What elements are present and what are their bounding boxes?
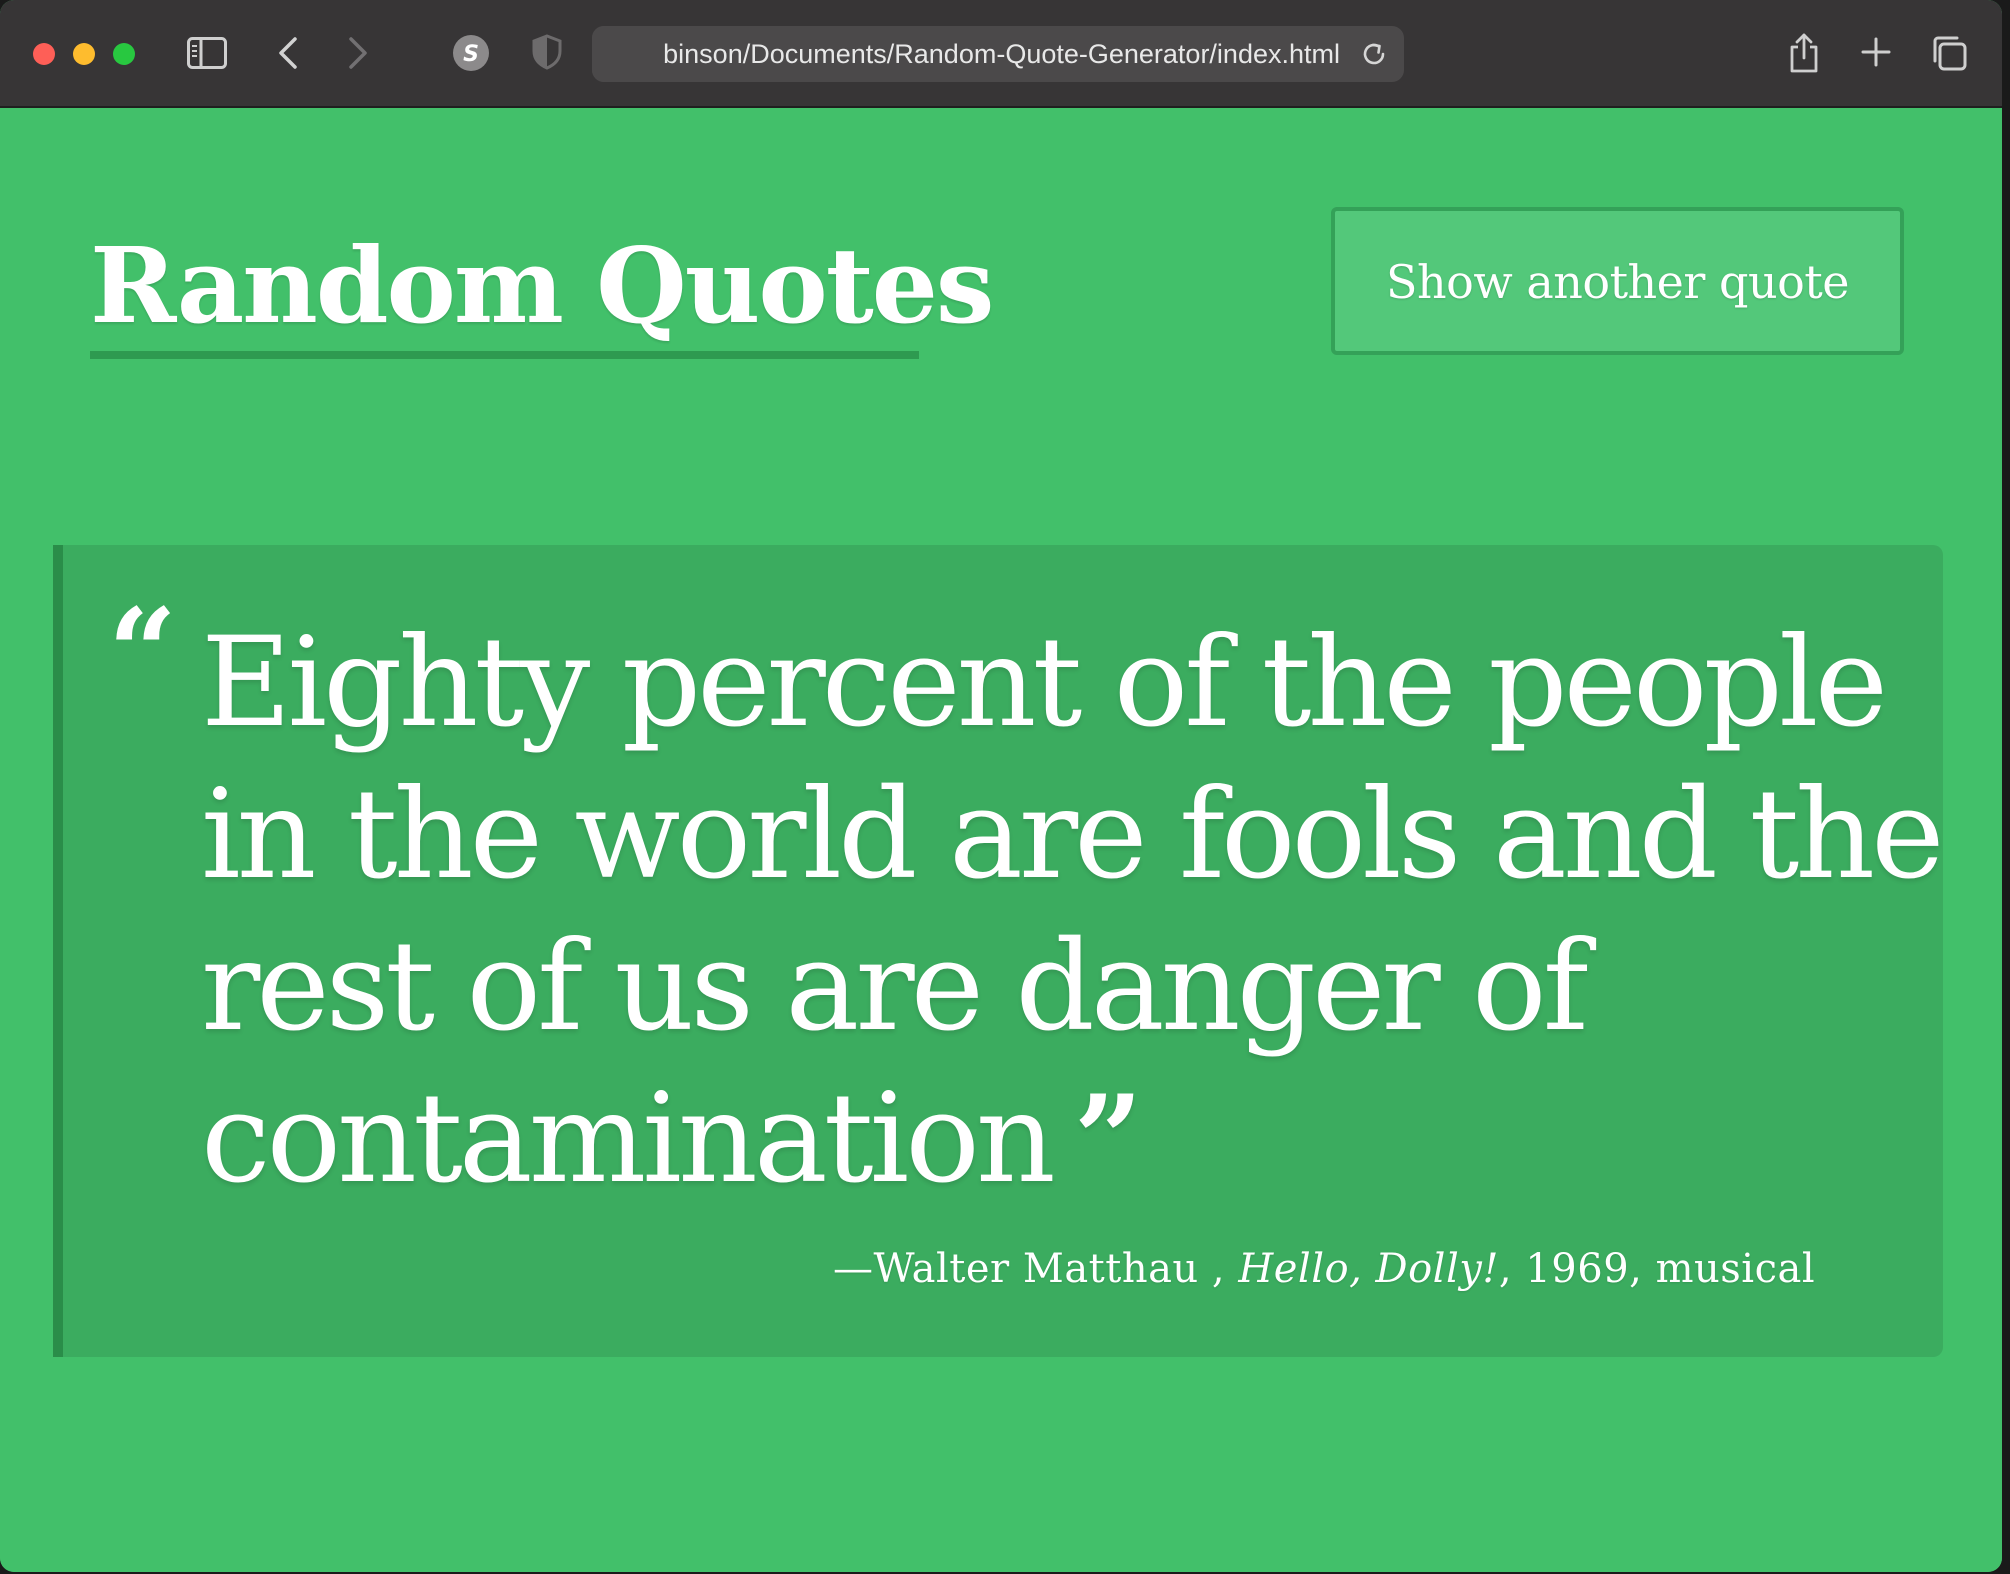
address-bar[interactable]: binson/Documents/Random-Quote-Generator/…: [592, 26, 1404, 82]
extension-s-label: S: [463, 42, 479, 67]
quote-citation: Hello, Dolly!: [1238, 1246, 1499, 1292]
attribution-dash: —: [833, 1246, 874, 1292]
tab-overview-icon[interactable]: [1928, 32, 1970, 74]
year-separator: ,: [1498, 1246, 1526, 1292]
url-fade: [592, 26, 652, 82]
reload-icon[interactable]: [1356, 36, 1392, 72]
back-icon[interactable]: [268, 33, 308, 73]
tag-separator: ,: [1629, 1246, 1656, 1292]
privacy-shield-icon[interactable]: [530, 32, 564, 72]
quote-year: 1969: [1525, 1246, 1630, 1292]
quote-box: “ Eighty percent of the people in the wo…: [53, 545, 1946, 1357]
url-text: binson/Documents/Random-Quote-Generator/…: [663, 39, 1340, 69]
open-quote-mark: “: [108, 582, 178, 723]
new-tab-icon[interactable]: [1856, 32, 1896, 72]
extension-s-icon[interactable]: S: [452, 34, 490, 72]
share-icon[interactable]: [1784, 30, 1824, 76]
zoom-window-button[interactable]: [113, 43, 135, 65]
citation-separator: ,: [1198, 1246, 1239, 1292]
quote-source: Walter Matthau: [873, 1246, 1199, 1292]
page-title: Random Quotes: [90, 224, 994, 347]
page-content: Random Quotes Show another quote “ Eight…: [0, 108, 2002, 1572]
title-underline: [90, 351, 919, 359]
quote-tag: musical: [1655, 1246, 1816, 1292]
browser-toolbar: S binson/Documents/Random-Quote-Generato…: [0, 0, 2002, 108]
forward-icon[interactable]: [338, 33, 378, 73]
sidebar-toggle-icon[interactable]: [185, 35, 229, 71]
close-quote-mark: ”: [1073, 1069, 1143, 1210]
quote-text-container: Eighty percent of the people in the worl…: [201, 607, 1946, 1216]
quote-text: Eighty percent of the people in the worl…: [201, 611, 1945, 1211]
minimize-window-button[interactable]: [73, 43, 95, 65]
quote-attribution: —Walter Matthau , Hello, Dolly!, 1969, m…: [833, 1241, 1815, 1297]
show-another-quote-button[interactable]: Show another quote: [1331, 207, 1904, 355]
close-window-button[interactable]: [33, 43, 55, 65]
browser-window: S binson/Documents/Random-Quote-Generato…: [0, 0, 2002, 1572]
